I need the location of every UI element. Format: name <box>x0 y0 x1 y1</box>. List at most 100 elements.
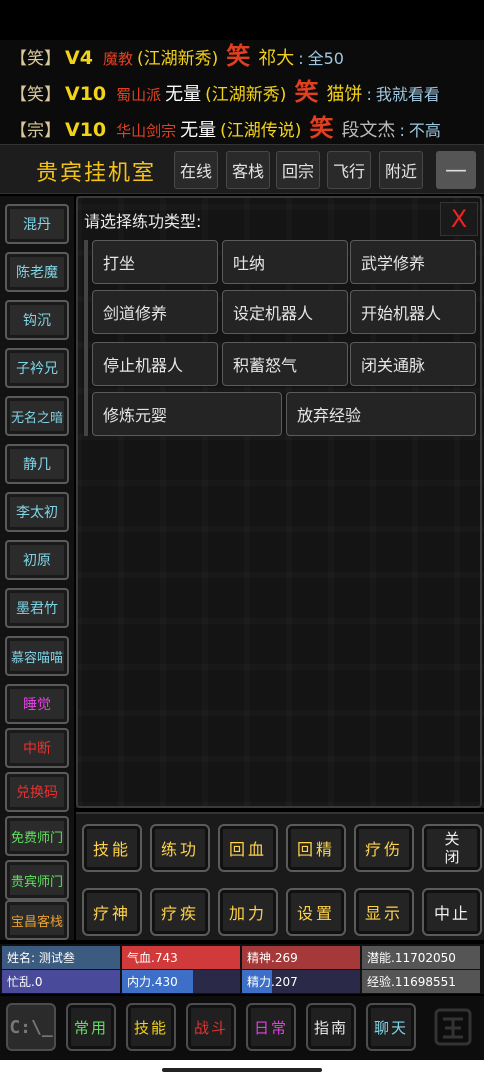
player-name: 姓名: 测试叁 <box>2 946 120 969</box>
option-button[interactable]: 设定机器人 <box>222 290 348 334</box>
sidebar-item[interactable]: 子衿兄 <box>5 348 69 388</box>
free-master-button[interactable]: 免费师门 <box>5 816 69 856</box>
room-title: 贵宾挂机室 <box>36 161 157 186</box>
chat-text: : <box>366 85 372 104</box>
chat-channel: 【笑】 <box>10 85 61 105</box>
sidebar-item[interactable]: 初原 <box>5 540 69 580</box>
display-button[interactable]: 显示 <box>354 888 414 936</box>
online-button[interactable]: 在线 <box>174 151 218 189</box>
chat-channel: 【宗】 <box>10 121 61 141</box>
nearby-button[interactable]: 附近 <box>379 151 423 189</box>
vip-master-button[interactable]: 贵宾师门 <box>5 860 69 900</box>
sidebar-item[interactable]: 陈老魔 <box>5 252 69 292</box>
dialog-frame <box>76 196 482 808</box>
chat-log[interactable]: 【笑】 V4 魔教 (江湖新秀) 笑 祁大 : 全50 【笑】 V10 蜀山派 … <box>0 40 484 144</box>
nav-daily[interactable]: 日常 <box>246 1003 296 1051</box>
hp-stat: 气血.743 <box>122 946 240 969</box>
vip-level: V4 <box>65 47 93 69</box>
chat-text: 全50 <box>307 49 344 68</box>
close-icon[interactable]: X <box>440 202 478 236</box>
nav-chat[interactable]: 聊天 <box>366 1003 416 1051</box>
chat-channel: 【笑】 <box>10 49 61 69</box>
home-pill[interactable] <box>162 1068 322 1072</box>
sidebar-item[interactable]: 慕容喵喵 <box>5 636 69 676</box>
status-bar <box>0 0 484 40</box>
sidebar-item[interactable]: 李太初 <box>5 492 69 532</box>
interrupt-button[interactable]: 中断 <box>5 728 69 768</box>
chat-message: 【笑】 V4 魔教 (江湖新秀) 笑 祁大 : 全50 <box>10 40 344 71</box>
option-button[interactable]: 开始机器人 <box>350 290 476 334</box>
inn-button[interactable]: 客栈 <box>226 151 270 189</box>
stamina-stat: 精力.207 <box>242 970 360 993</box>
action-panel: 技能 练功 回血 回精 疗伤 关 闭 疗神 疗疾 加力 设置 显示 中止 <box>76 812 484 940</box>
command-prompt-icon[interactable]: C:\_ <box>6 1003 56 1051</box>
sidebar-item[interactable]: 墨君竹 <box>5 588 69 628</box>
sidebar-item[interactable]: 无名之暗 <box>5 396 69 436</box>
close-label-bottom: 闭 <box>444 848 460 866</box>
chat-text: 我就看看 <box>375 85 440 104</box>
rank: (江湖新秀) <box>136 49 219 69</box>
busy-stat: 忙乱.0 <box>2 970 120 993</box>
option-button[interactable]: 闭关通脉 <box>350 342 476 386</box>
settings-button[interactable]: 设置 <box>286 888 346 936</box>
vip-level: V10 <box>65 83 107 105</box>
cure-illness-button[interactable]: 疗疾 <box>150 888 210 936</box>
option-button[interactable]: 打坐 <box>92 240 218 284</box>
divider <box>84 240 88 436</box>
option-button[interactable]: 吐纳 <box>222 240 348 284</box>
bottom-nav: C:\_ 常用 技能 战斗 日常 指南 聊天 <box>0 996 484 1060</box>
room-header: 贵宾挂机室 在线 客栈 回宗 飞行 附近 — <box>0 144 484 194</box>
heal-spirit-button[interactable]: 疗神 <box>82 888 142 936</box>
option-button[interactable]: 修炼元婴 <box>92 392 282 436</box>
nav-guide[interactable]: 指南 <box>306 1003 356 1051</box>
chat-message: 【笑】 V10 蜀山派 无量 (江湖新秀) 笑 猫饼 : 我就看看 <box>10 72 440 107</box>
sect-name: 华山剑宗 <box>116 122 177 140</box>
sidebar-item[interactable]: 混丹 <box>5 204 69 244</box>
option-button[interactable]: 武学修养 <box>350 240 476 284</box>
rank: (江湖传说) <box>220 121 302 141</box>
practice-button[interactable]: 练功 <box>150 824 210 872</box>
redeem-code-button[interactable]: 兑换码 <box>5 772 69 812</box>
fly-button[interactable]: 飞行 <box>327 151 371 189</box>
sidebar-item[interactable]: 静几 <box>5 444 69 484</box>
sidebar-item[interactable]: 钩沉 <box>5 300 69 340</box>
sidebar: 混丹 陈老魔 钩沉 子衿兄 无名之暗 静几 李太初 初原 墨君竹 慕容喵喵 睡觉… <box>0 196 74 940</box>
rank: (江湖新秀) <box>205 85 287 105</box>
option-button[interactable]: 剑道修养 <box>92 290 218 334</box>
home-indicator <box>0 1060 484 1080</box>
game-logo-icon <box>428 1003 478 1051</box>
chat-user[interactable]: 段文杰 <box>341 116 395 142</box>
emote-icon: 笑 <box>309 114 334 142</box>
option-button[interactable]: 放弃经验 <box>286 392 476 436</box>
chat-user[interactable]: 猫饼 <box>326 80 362 106</box>
emote-icon: 笑 <box>226 42 251 70</box>
sect-name: 魔教 <box>102 50 133 68</box>
player-title: 无量 <box>165 84 202 105</box>
restore-hp-button[interactable]: 回血 <box>218 824 278 872</box>
stop-button[interactable]: 中止 <box>422 888 482 936</box>
chat-message: 【宗】 V10 华山剑宗 无量 (江湖传说) 笑 段文杰 : 不高 <box>10 108 441 143</box>
nav-combat[interactable]: 战斗 <box>186 1003 236 1051</box>
spirit-stat: 精神.269 <box>242 946 360 969</box>
return-sect-button[interactable]: 回宗 <box>276 151 320 189</box>
inn-shortcut-button[interactable]: 宝昌客栈 <box>5 900 69 940</box>
status-panel: 姓名: 测试叁 气血.743 精神.269 潜能.11702050 忙乱.0 内… <box>0 944 484 994</box>
chat-text: 不高 <box>408 121 441 140</box>
nav-common[interactable]: 常用 <box>66 1003 116 1051</box>
restore-spirit-button[interactable]: 回精 <box>286 824 346 872</box>
chat-text: : <box>399 121 405 140</box>
heal-button[interactable]: 疗伤 <box>354 824 414 872</box>
option-button[interactable]: 积蓄怒气 <box>222 342 348 386</box>
sleep-button[interactable]: 睡觉 <box>5 684 69 724</box>
practice-dialog: 请选择练功类型: X 打坐 吐纳 武学修养 剑道修养 设定机器人 开始机器人 停… <box>76 196 484 808</box>
nav-skills[interactable]: 技能 <box>126 1003 176 1051</box>
dialog-prompt: 请选择练功类型: <box>84 212 202 231</box>
skill-button[interactable]: 技能 <box>82 824 142 872</box>
option-button[interactable]: 停止机器人 <box>92 342 218 386</box>
chat-user[interactable]: 祁大 <box>258 44 294 70</box>
chat-text: : <box>298 49 304 68</box>
close-button[interactable]: 关 闭 <box>422 824 482 872</box>
emote-icon: 笑 <box>294 78 319 106</box>
add-force-button[interactable]: 加力 <box>218 888 278 936</box>
minus-icon[interactable]: — <box>436 151 476 189</box>
